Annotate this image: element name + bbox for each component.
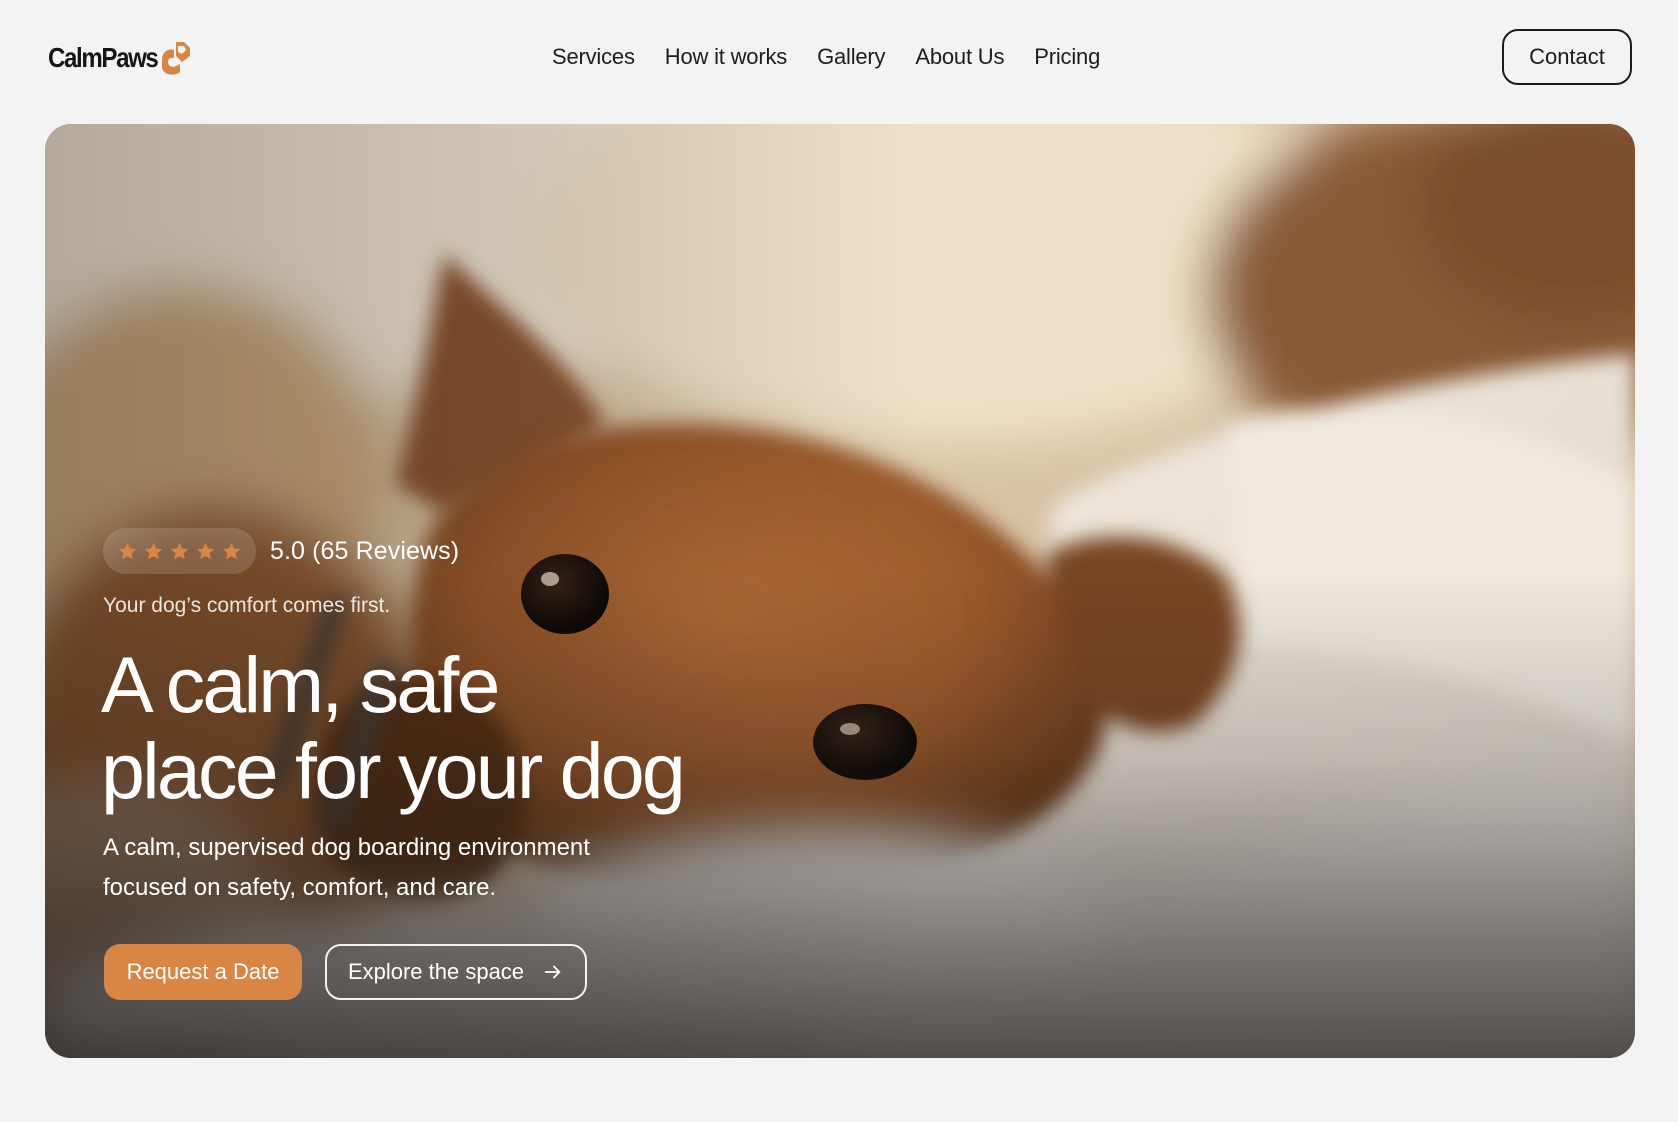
star-icon (196, 542, 215, 559)
star-icon (118, 542, 137, 559)
star-icon (144, 542, 163, 559)
star-rating (103, 528, 256, 574)
brand-name: CalmPaws (48, 42, 159, 73)
contact-button[interactable]: Contact (1502, 29, 1632, 85)
paw-logo-icon (162, 42, 190, 75)
nav-how-it-works[interactable]: How it works (665, 44, 787, 70)
nav-pricing[interactable]: Pricing (1034, 44, 1100, 70)
main-nav: Services How it works Gallery About Us P… (552, 40, 1100, 74)
site-header: CalmPaws Services How it works Gallery A… (0, 0, 1678, 116)
star-icon (222, 542, 241, 559)
landing-page: CalmPaws Services How it works Gallery A… (0, 0, 1678, 1122)
explore-space-button[interactable]: Explore the space (325, 944, 587, 1000)
nav-about-us[interactable]: About Us (915, 44, 1004, 70)
hero-section: 5.0 (65 Reviews) Your dog’s comfort come… (45, 124, 1635, 1058)
nav-gallery[interactable]: Gallery (817, 44, 885, 70)
hero-headline: A calm, safe place for your dog (101, 642, 801, 814)
hero-headline-line-1: A calm, safe (101, 640, 501, 729)
brand-logo[interactable]: CalmPaws (48, 36, 192, 80)
hero-eyebrow: Your dog’s comfort comes first. (103, 594, 391, 617)
explore-space-label: Explore the space (347, 959, 525, 984)
hero-gradient-overlay (45, 124, 1635, 1058)
hero-headline-line-2: place for your dog (101, 726, 686, 815)
star-icon (170, 542, 189, 559)
nav-services[interactable]: Services (552, 44, 635, 70)
hero-subcopy: A calm, supervised dog boarding environm… (103, 834, 590, 901)
rating-summary: 5.0 (65 Reviews) (103, 527, 459, 575)
request-date-button[interactable]: Request a Date (104, 944, 302, 1000)
rating-text: 5.0 (65 Reviews) (270, 536, 460, 565)
arrow-right-icon (544, 965, 561, 979)
